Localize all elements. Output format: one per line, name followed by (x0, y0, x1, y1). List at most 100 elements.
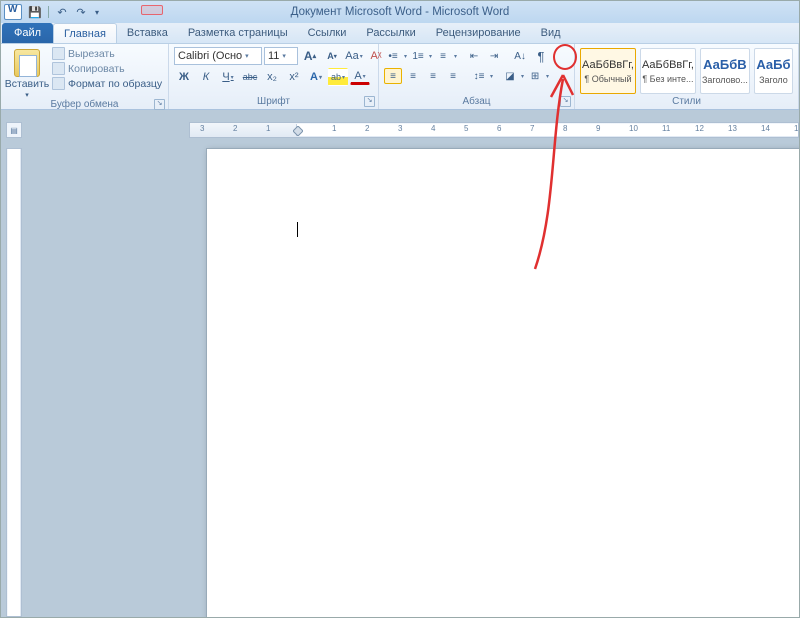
ruler-tick-label: 4 (431, 124, 435, 133)
font-color-button[interactable]: A (350, 69, 370, 85)
annotation-blur-redaction (141, 5, 163, 15)
group-label-font: Шрифт↘ (169, 96, 378, 109)
shading-button[interactable]: ◪ (501, 68, 519, 84)
copy-button[interactable]: Копировать (52, 62, 162, 75)
word-icon (4, 4, 22, 20)
tab-review[interactable]: Рецензирование (426, 23, 531, 43)
group-font: Calibri (Осно▾ 11▾ A▴ A▾ Aa Aᵡ Ж К Ч abc… (169, 44, 379, 109)
tab-home[interactable]: Главная (53, 23, 117, 43)
qat-separator (48, 6, 49, 18)
tab-view[interactable]: Вид (531, 23, 571, 43)
format-painter-button[interactable]: Формат по образцу (52, 77, 162, 90)
style-normal[interactable]: АаБбВвГг, ¶ Обычный (580, 48, 636, 94)
ruler-tick-label: 6 (497, 124, 501, 133)
copy-icon (52, 62, 65, 75)
bullets-button[interactable]: •≡ (384, 48, 402, 64)
grow-font-button[interactable]: A▴ (300, 47, 320, 65)
indent-first-line-marker[interactable] (293, 126, 301, 136)
document-area: ▤ 321123456789101112131415 (1, 110, 799, 617)
style-no-spacing[interactable]: АаБбВвГг, ¶ Без инте... (640, 48, 696, 94)
ruler-tick-label: 9 (596, 124, 600, 133)
highlight-button[interactable]: ab (328, 68, 348, 86)
style-name: Заголово... (702, 75, 748, 85)
view-selector-button[interactable]: ▤ (6, 122, 22, 138)
increase-indent-button[interactable]: ⇥ (485, 48, 503, 64)
underline-button[interactable]: Ч (218, 68, 238, 86)
ruler-tick-label: 2 (233, 124, 237, 133)
style-sample: АаБб (756, 57, 790, 72)
paste-dropdown-icon: ▾ (25, 91, 29, 99)
tab-references[interactable]: Ссылки (298, 23, 357, 43)
show-hide-pilcrow-button[interactable]: ¶ (531, 47, 551, 65)
ruler-tick-label: 1 (266, 124, 270, 133)
horizontal-ruler[interactable]: 321123456789101112131415 (189, 122, 799, 138)
align-left-button[interactable]: ≡ (384, 68, 402, 84)
copy-label: Копировать (68, 63, 125, 75)
font-family-combo[interactable]: Calibri (Осно▾ (174, 47, 262, 65)
superscript-button[interactable]: x² (284, 68, 304, 86)
clipboard-launcher[interactable]: ↘ (154, 99, 165, 110)
tab-mailings[interactable]: Рассылки (356, 23, 425, 43)
group-label-styles: Стили (575, 96, 798, 109)
align-right-button[interactable]: ≡ (424, 68, 442, 84)
titlebar: 💾 ↶ ↷ ▾ Документ Microsoft Word - Micros… (1, 1, 799, 23)
quick-access-toolbar: 💾 ↶ ↷ ▾ (25, 4, 102, 20)
align-center-button[interactable]: ≡ (404, 68, 422, 84)
group-label-paragraph: Абзац↘ (379, 96, 574, 109)
multilevel-list-button[interactable]: ≡ (434, 48, 452, 64)
cut-button[interactable]: Вырезать (52, 47, 162, 60)
text-effects-button[interactable]: A (306, 68, 326, 86)
tab-page-layout[interactable]: Разметка страницы (178, 23, 298, 43)
scissors-icon (52, 47, 65, 60)
format-painter-label: Формат по образцу (68, 78, 162, 90)
style-name: ¶ Без инте... (642, 74, 693, 84)
qat-save-button[interactable]: 💾 (27, 4, 43, 20)
ruler-tick-label: 7 (530, 124, 534, 133)
ruler-tick-label: 5 (464, 124, 468, 133)
italic-button[interactable]: К (196, 68, 216, 86)
ruler-tick-label: 12 (695, 124, 704, 133)
ruler-tick-label: 15 (794, 124, 799, 133)
style-sample: АаБбВвГг, (642, 59, 694, 71)
ruler-tick-label: 10 (629, 124, 638, 133)
group-clipboard: Вставить ▾ Вырезать Копировать Формат по… (1, 44, 169, 109)
ruler-tick-label: 3 (200, 124, 204, 133)
line-spacing-button[interactable]: ↕≡ (470, 68, 488, 84)
vertical-ruler[interactable] (6, 148, 22, 617)
ruler-tick-label: 8 (563, 124, 567, 133)
text-cursor (297, 222, 298, 237)
tab-file[interactable]: Файл (2, 23, 53, 43)
paste-icon (14, 49, 40, 77)
paste-label: Вставить (5, 78, 50, 90)
borders-button[interactable]: ⊞ (526, 68, 544, 84)
qat-customize-dropdown[interactable]: ▾ (92, 8, 102, 17)
qat-undo-button[interactable]: ↶ (54, 4, 70, 20)
sort-button[interactable]: A↓ (511, 48, 529, 64)
paste-button[interactable]: Вставить ▾ (6, 47, 48, 99)
style-heading-2[interactable]: АаБб Заголо (754, 48, 793, 94)
strikethrough-button[interactable]: abc (240, 68, 260, 86)
group-paragraph: •≡▾ 1≡▾ ≡▾ ⇤ ⇥ A↓ ¶ ≡ ≡ ≡ ≡ (379, 44, 575, 109)
cut-label: Вырезать (68, 48, 115, 60)
paragraph-launcher[interactable]: ↘ (560, 96, 571, 107)
qat-redo-button[interactable]: ↷ (73, 4, 89, 20)
document-page[interactable] (206, 148, 799, 617)
ruler-tick-label: 1 (332, 124, 336, 133)
bold-button[interactable]: Ж (174, 68, 194, 86)
font-launcher[interactable]: ↘ (364, 96, 375, 107)
style-name: ¶ Обычный (584, 74, 631, 84)
style-heading-1[interactable]: АаБбВ Заголово... (700, 48, 750, 94)
align-justify-button[interactable]: ≡ (444, 68, 462, 84)
numbering-button[interactable]: 1≡ (409, 48, 427, 64)
change-case-button[interactable]: Aa (344, 47, 364, 65)
ruler-tick-label: 11 (662, 124, 670, 133)
ruler-tick-label: 14 (761, 124, 770, 133)
decrease-indent-button[interactable]: ⇤ (465, 48, 483, 64)
tab-insert[interactable]: Вставка (117, 23, 178, 43)
font-size-combo[interactable]: 11▾ (264, 47, 298, 65)
ruler-tick-label: 3 (398, 124, 402, 133)
shrink-font-button[interactable]: A▾ (322, 47, 342, 65)
ribbon-tabs: Файл Главная Вставка Разметка страницы С… (1, 23, 799, 44)
subscript-button[interactable]: x₂ (262, 68, 282, 86)
ruler-tick-label: 2 (365, 124, 369, 133)
